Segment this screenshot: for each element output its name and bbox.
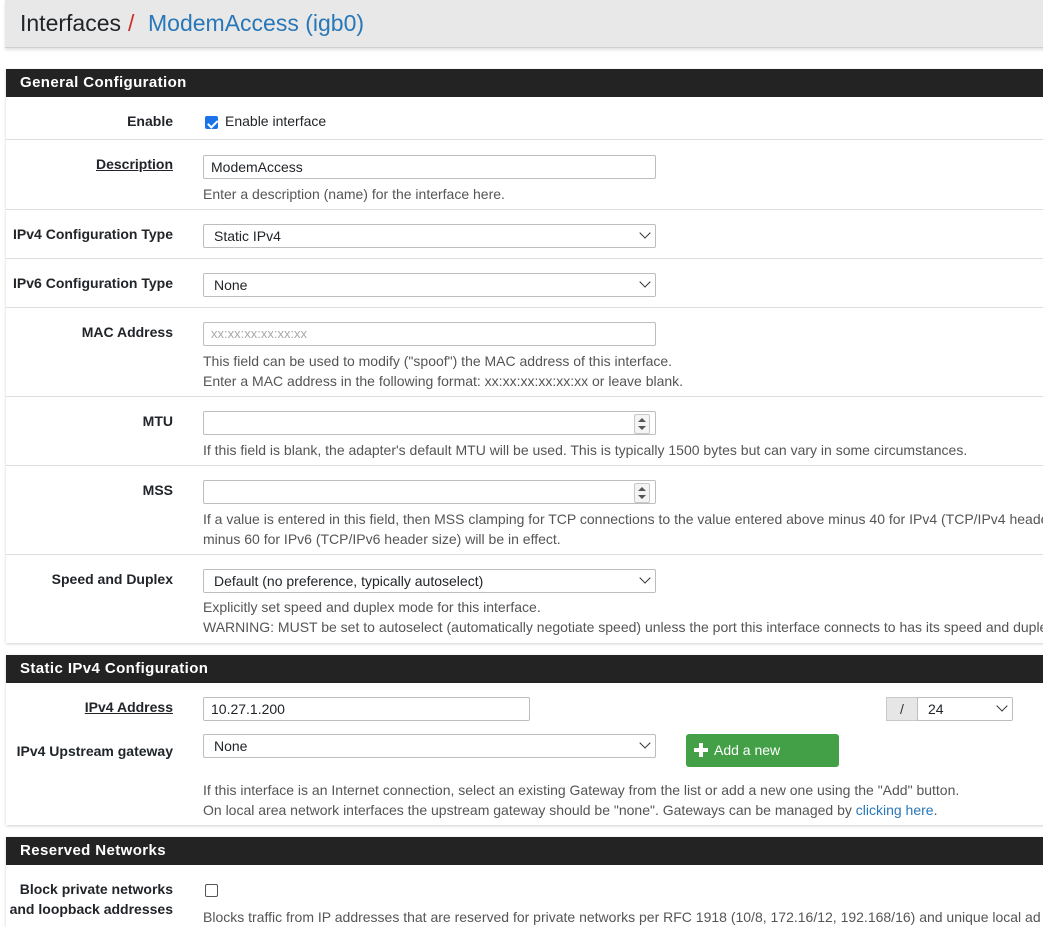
enable-checkbox[interactable]	[205, 116, 218, 129]
chevron-down-icon	[639, 276, 651, 288]
chevron-down-icon	[996, 700, 1008, 712]
mtu-help: If this field is blank, the adapter's de…	[203, 442, 968, 458]
enable-label: Enable	[127, 113, 173, 129]
ipv4-address-input[interactable]: 10.27.1.200	[203, 697, 530, 721]
mss-row: MSS If a value is entered in this field,…	[6, 465, 1043, 554]
static-ipv4-title: Static IPv4 Configuration	[6, 655, 1043, 683]
mac-address-label: MAC Address	[81, 324, 173, 340]
speed-duplex-help-1: Explicitly set speed and duplex mode for…	[203, 599, 541, 615]
mac-address-help-2: Enter a MAC address in the following for…	[203, 373, 684, 389]
block-private-checkbox[interactable]	[205, 884, 218, 897]
ipv4-config-type-value: Static IPv4	[214, 228, 281, 244]
mac-address-input[interactable]: xx:xx:xx:xx:xx:xx	[203, 322, 656, 346]
ipv4-gateway-help-1: If this interface is an Internet connect…	[203, 782, 960, 798]
plus-icon	[694, 743, 708, 757]
breadcrumb-current-link[interactable]: ModemAccess (igb0)	[148, 10, 364, 37]
ipv4-gateway-value: None	[214, 738, 248, 754]
ipv4-gateway-row: IPv4 Upstream gateway None Add a new gat…	[6, 725, 1043, 825]
chevron-down-icon	[639, 572, 651, 584]
speed-duplex-label: Speed and Duplex	[51, 571, 173, 587]
block-private-label-2: and loopback addresses	[9, 901, 173, 917]
breadcrumb-separator: /	[128, 10, 135, 36]
ipv4-config-type-select[interactable]: Static IPv4	[203, 224, 656, 248]
block-private-label-1: Block private networks	[19, 881, 173, 897]
ipv4-gateway-label: IPv4 Upstream gateway	[16, 743, 173, 759]
ipv6-config-type-label: IPv6 Configuration Type	[13, 275, 173, 291]
ipv4-gateway-select[interactable]: None	[203, 734, 656, 758]
cidr-select[interactable]: 24	[917, 697, 1013, 721]
number-spinner-icon[interactable]	[634, 483, 650, 503]
mss-help-2: minus 60 for IPv6 (TCP/IPv6 header size)…	[203, 531, 561, 547]
speed-duplex-row: Speed and Duplex Default (no preference,…	[6, 554, 1043, 644]
ipv6-config-type-select[interactable]: None	[203, 273, 656, 297]
cidr-slash-addon: /	[886, 697, 918, 721]
reserved-networks-panel: Reserved Networks Block private networks…	[6, 837, 1043, 927]
speed-duplex-value: Default (no preference, typically autose…	[214, 573, 484, 589]
mtu-row: MTU If this field is blank, the adapter'…	[6, 396, 1043, 465]
chevron-down-icon	[639, 737, 651, 749]
description-label: Description	[95, 156, 173, 172]
mss-label: MSS	[142, 482, 173, 498]
mtu-input[interactable]	[203, 411, 656, 435]
add-gateway-button[interactable]: Add a new gateway	[686, 734, 839, 790]
chevron-down-icon	[639, 227, 651, 239]
block-private-row: Block private networks and loopback addr…	[6, 865, 1043, 927]
mtu-label: MTU	[142, 413, 173, 429]
speed-duplex-select[interactable]: Default (no preference, typically autose…	[203, 569, 656, 593]
general-configuration-panel: General Configuration Enable Enable inte…	[6, 69, 1043, 643]
ipv4-gateway-help-2: On local area network interfaces the ups…	[203, 802, 938, 818]
enable-row: Enable Enable interface	[6, 97, 1043, 139]
description-input[interactable]: ModemAccess	[203, 155, 656, 179]
general-configuration-title: General Configuration	[6, 69, 1043, 97]
cidr-value: 24	[928, 701, 944, 717]
mac-address-row: MAC Address xx:xx:xx:xx:xx:xx This field…	[6, 307, 1043, 396]
speed-duplex-help-2: WARNING: MUST be set to autoselect (auto…	[203, 619, 1043, 635]
block-private-help: Blocks traffic from IP addresses that ar…	[203, 909, 1041, 925]
ipv6-config-type-row: IPv6 Configuration Type None	[6, 258, 1043, 307]
ipv6-config-type-value: None	[214, 277, 248, 293]
mss-help-1: If a value is entered in this field, the…	[203, 511, 1043, 527]
ipv4-address-label: IPv4 Address	[84, 699, 173, 715]
reserved-networks-title: Reserved Networks	[6, 837, 1043, 865]
ipv4-config-type-label: IPv4 Configuration Type	[13, 226, 173, 242]
number-spinner-icon[interactable]	[634, 414, 650, 434]
ipv4-config-type-row: IPv4 Configuration Type Static IPv4	[6, 209, 1043, 258]
breadcrumb-root-link[interactable]: Interfaces	[20, 10, 121, 37]
ipv4-address-row: IPv4 Address 10.27.1.200 / 24	[6, 683, 1043, 725]
static-ipv4-panel: Static IPv4 Configuration IPv4 Address 1…	[6, 655, 1043, 825]
mss-input[interactable]	[203, 480, 656, 504]
mac-address-help-1: This field can be used to modify ("spoof…	[203, 353, 673, 369]
description-help: Enter a description (name) for the inter…	[203, 186, 505, 202]
breadcrumb: Interfaces / ModemAccess (igb0)	[5, 0, 1043, 48]
gateways-link[interactable]: clicking here	[856, 802, 934, 818]
description-row: Description ModemAccess Enter a descript…	[6, 139, 1043, 209]
enable-checkbox-label[interactable]: Enable interface	[225, 111, 326, 131]
